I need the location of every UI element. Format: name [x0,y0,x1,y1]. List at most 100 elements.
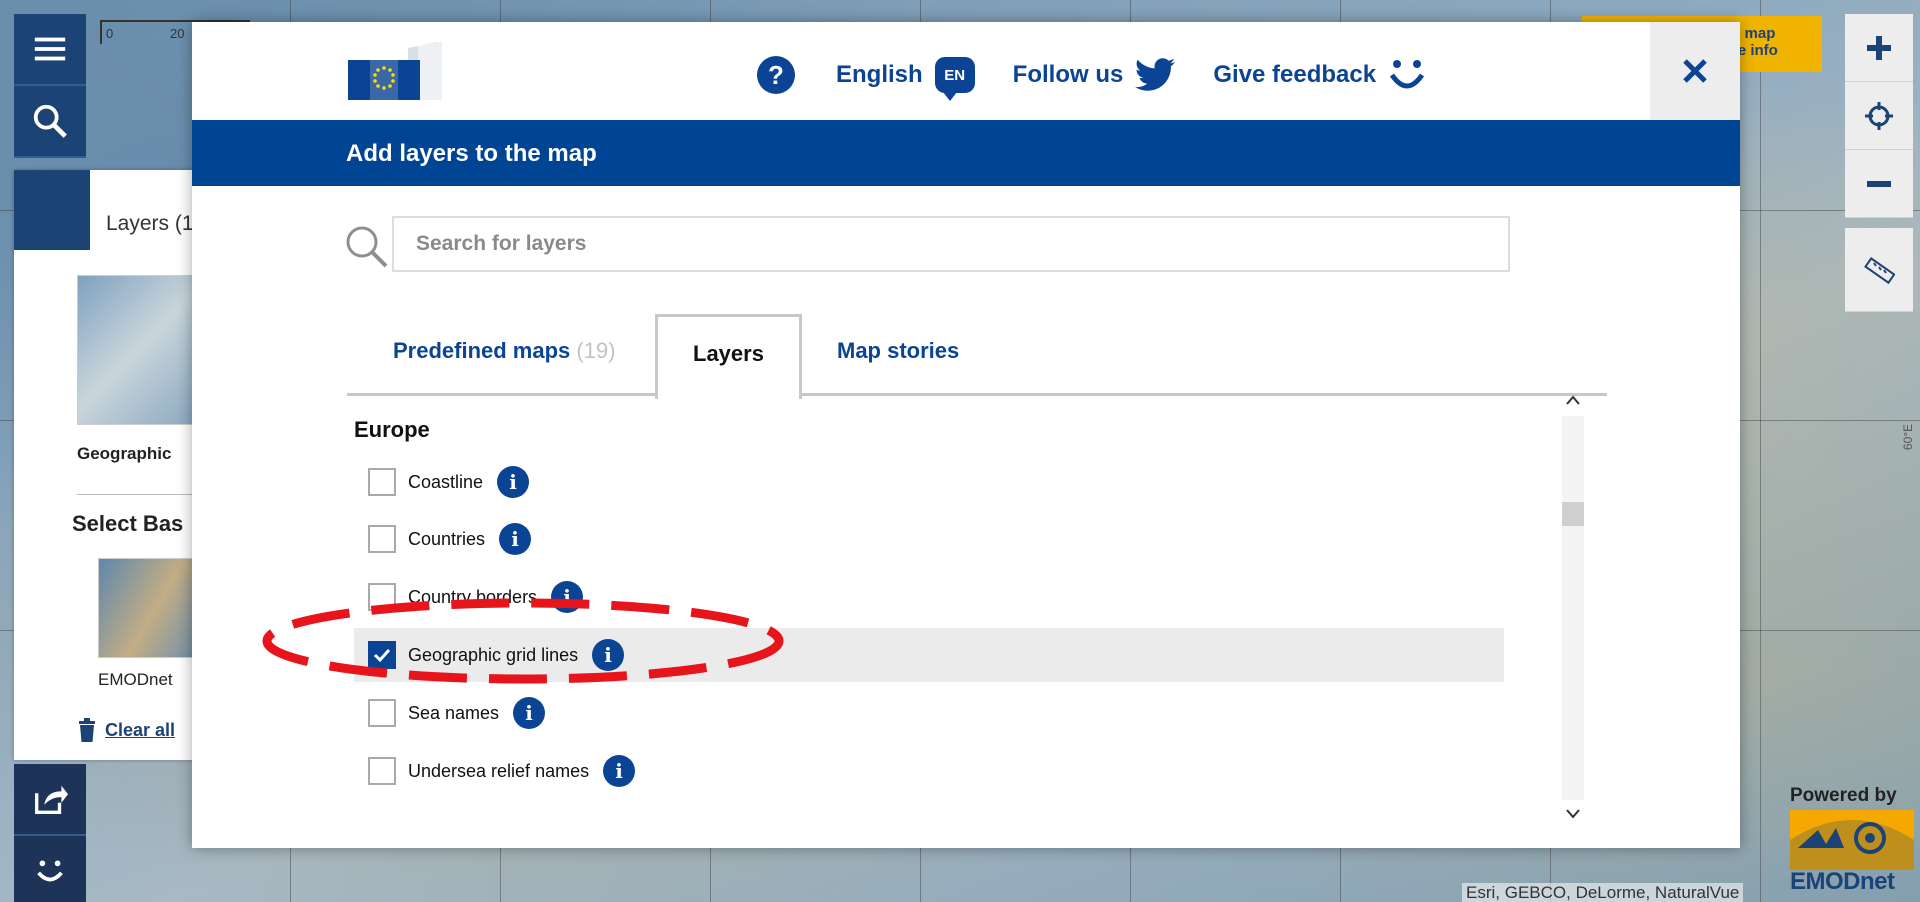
language-code-badge: EN [934,57,975,101]
clear-all-label: Clear all [105,719,176,740]
plus-icon [1867,35,1891,60]
scroll-up-button[interactable] [1558,388,1588,412]
follow-us-link[interactable]: Follow us [1013,58,1176,92]
hamburger-icon [34,37,66,61]
layer-label: Coastline [408,471,484,492]
info-glyph: i [509,470,517,494]
locate-button[interactable] [1845,82,1913,150]
layer-row-country-borders[interactable]: Country borders i [354,570,1504,624]
layer-label: Country borders [408,586,538,607]
chevron-up-icon [1566,395,1580,405]
layer-checkbox-checked[interactable] [368,641,396,669]
info-icon[interactable]: i [513,697,546,729]
emodnet-brand: EMODnet [1790,868,1895,895]
search-icon [346,226,388,268]
longitude-label: 60°E [1901,423,1916,451]
give-feedback-link[interactable]: Give feedback [1213,58,1426,92]
modal-topbar: ? English EN Follow us Give feedback [192,22,1740,120]
measure-button[interactable] [1845,228,1913,312]
info-icon[interactable]: i [497,466,530,498]
info-icon[interactable]: i [603,755,636,787]
layer-row-undersea-relief-names[interactable]: Undersea relief names i [354,744,1504,798]
modal-header: Add layers to the map [192,120,1740,186]
layer-label: Geographic grid lines [408,644,579,665]
topbar-links: ? English EN Follow us Give feedback [757,56,1464,101]
close-icon [1683,59,1707,83]
side-panel-tab-strip [14,170,90,250]
layer-row-coastline[interactable]: Coastline i [354,455,1504,509]
modal-title: Add layers to the map [346,140,597,167]
feedback-button[interactable] [14,836,86,902]
layer-checkbox[interactable] [368,583,396,611]
eu-logo-icon [348,42,442,100]
trash-icon [79,718,95,742]
left-toolbar [14,14,86,158]
basemap-thumbnail[interactable] [98,558,198,658]
zoom-out-button[interactable] [1845,150,1913,218]
clear-all-link[interactable]: Clear all [77,718,175,742]
give-feedback-label: Give feedback [1213,61,1377,88]
share-button[interactable] [14,764,86,836]
tab-map-stories[interactable]: Map stories [837,338,959,364]
layer-checkbox[interactable] [368,468,396,496]
layer-list: Europe Coastline i Countries i Country b… [352,412,1582,832]
layer-tabs: Predefined maps (19) Layers Map stories [347,314,1607,399]
info-icon[interactable]: i [592,639,625,671]
scroll-thumb[interactable] [1562,502,1584,526]
zoom-in-button[interactable] [1845,14,1913,82]
scroll-down-button[interactable] [1558,802,1588,826]
layer-checkbox[interactable] [368,525,396,553]
add-layers-modal: ? English EN Follow us Give feedback Add… [192,22,1740,848]
active-layer-thumbnail[interactable] [77,275,197,425]
layer-checkbox[interactable] [368,699,396,727]
emodnet-logo-icon [1790,810,1914,870]
checkmark-icon [373,648,391,663]
layer-label: Countries [408,528,486,549]
tab-layers-label: Layers [693,341,764,366]
layer-row-geographic-grid-lines[interactable]: Geographic grid lines i [354,628,1504,682]
layer-search-input[interactable] [392,216,1510,272]
tab-layers[interactable]: Layers [655,314,802,399]
map-attribution: Esri, GEBCO, DeLorme, NaturalVue [1462,883,1744,902]
smile-icon [37,860,63,882]
layer-group-title: Europe [354,417,430,442]
chevron-down-icon [1566,809,1580,819]
tab-predefined-maps[interactable]: Predefined maps (19) [393,338,616,364]
left-toolbar-bottom [14,764,86,902]
close-modal-button[interactable] [1650,22,1740,120]
share-icon [35,785,69,814]
map-search-button[interactable] [14,86,86,158]
toolbar-gap [1845,218,1913,228]
layer-row-countries[interactable]: Countries i [354,512,1504,566]
twitter-icon [1135,58,1176,91]
ruler-icon [1864,256,1895,284]
info-glyph: i [604,643,612,667]
search-icon [33,104,67,138]
layer-label: Undersea relief names [408,760,590,781]
info-glyph: i [615,759,623,783]
smile-icon [1390,60,1425,89]
tab-map-stories-label: Map stories [837,338,960,363]
layer-label: Sea names [408,702,500,723]
map-info-badge-line1: e map [1732,25,1776,42]
crosshair-icon [1865,101,1893,130]
right-toolbar [1845,14,1913,312]
layer-checkbox[interactable] [368,757,396,785]
follow-us-label: Follow us [1012,61,1124,88]
info-icon[interactable]: i [499,523,532,555]
language-label: English [836,61,923,88]
layer-row-sea-names[interactable]: Sea names i [354,686,1504,740]
info-glyph: i [511,527,519,551]
layer-list-scrollbar[interactable] [1558,388,1588,828]
select-basemap-heading: Select Bas [72,511,184,536]
info-glyph: i [563,585,571,609]
tab-predefined-maps-label: Predefined maps [393,338,571,363]
scroll-track[interactable] [1562,416,1584,800]
help-button[interactable]: ? [757,56,795,94]
language-selector[interactable]: English EN [836,57,975,101]
menu-button[interactable] [14,14,86,86]
map-grid-line [1760,0,1761,902]
scale-label-start: 0 [106,26,114,41]
info-icon[interactable]: i [551,581,584,613]
basemap-caption: EMODnet [98,670,173,689]
